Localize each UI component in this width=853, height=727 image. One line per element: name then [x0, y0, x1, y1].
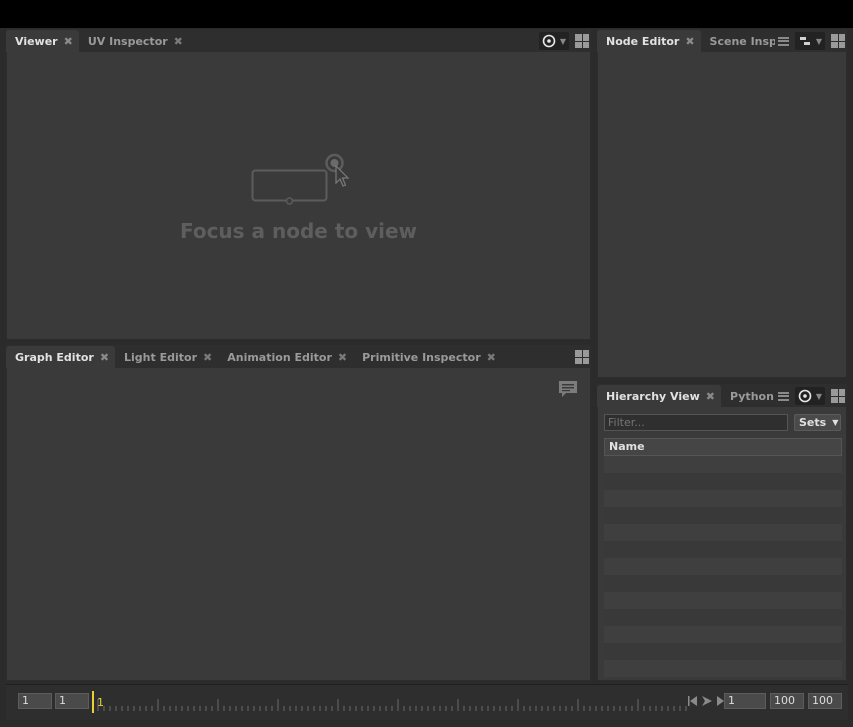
tab-label: Scene Inspe [709, 34, 785, 48]
close-icon[interactable]: ✖ [706, 390, 715, 403]
tab-primitive-inspector[interactable]: Primitive Inspector ✖ [353, 346, 502, 368]
list-item[interactable] [604, 473, 842, 490]
viewer-pane: Viewer ✖ UV Inspector ✖ ▼ Focus a node t… [6, 29, 591, 340]
target-icon [798, 389, 812, 403]
start-frame-field[interactable]: 1 [18, 693, 52, 709]
graph-tab-tools [575, 347, 589, 367]
graph-tabbar: Graph Editor ✖ Light Editor ✖ Animation … [6, 345, 591, 368]
close-icon[interactable]: ✖ [203, 351, 212, 364]
viewer-body[interactable]: Focus a node to view [6, 52, 591, 340]
tab-light-editor[interactable]: Light Editor ✖ [115, 346, 218, 368]
viewer-tab-tools: ▼ [538, 31, 589, 51]
list-item[interactable] [604, 490, 842, 507]
hierarchy-tab-tools: ▼ [774, 386, 845, 406]
menu-icon[interactable] [777, 36, 789, 46]
range-start-field[interactable]: 1 [55, 693, 89, 709]
tab-hierarchy-view[interactable]: Hierarchy View ✖ [597, 385, 721, 407]
list-item[interactable] [604, 609, 842, 626]
filter-input[interactable] [604, 414, 788, 431]
node-editor-dropdown[interactable]: ▼ [794, 32, 825, 50]
name-column-header[interactable]: Name [604, 438, 842, 456]
current-frame-label: 1 [97, 696, 104, 709]
tab-label: UV Inspector [87, 34, 168, 48]
graph-editor-body[interactable] [6, 368, 591, 681]
list-item[interactable] [604, 592, 842, 609]
list-item[interactable] [604, 541, 842, 558]
tab-label: Viewer [15, 34, 58, 48]
hierarchy-pane: Hierarchy View ✖ Python E ▼ Sets ▼ Name [597, 384, 847, 681]
list-item[interactable] [604, 626, 842, 643]
play-icon[interactable] [701, 695, 713, 707]
node-graph-icon [799, 37, 810, 45]
node-editor-pane: Node Editor ✖ Scene Inspe ▼ [597, 29, 847, 378]
layout-grid-icon[interactable] [575, 34, 589, 48]
layout-grid-icon[interactable] [575, 350, 589, 364]
list-item[interactable] [604, 660, 842, 677]
tab-label: Animation Editor [227, 350, 332, 364]
list-item[interactable] [604, 558, 842, 575]
close-icon[interactable]: ✖ [174, 35, 183, 48]
node-editor-body[interactable] [597, 52, 847, 378]
target-icon [542, 34, 556, 48]
list-item[interactable] [604, 456, 842, 473]
timeline-ruler[interactable]: 1 [92, 691, 688, 713]
hierarchy-list[interactable] [604, 456, 842, 677]
hierarchy-body: Sets ▼ Name [597, 407, 847, 681]
tab-label: Hierarchy View [606, 389, 700, 403]
tab-uv-inspector[interactable]: UV Inspector ✖ [79, 30, 189, 52]
tab-graph-editor[interactable]: Graph Editor ✖ [6, 346, 116, 368]
end-frame-field[interactable]: 100 [808, 693, 842, 709]
list-item[interactable] [604, 507, 842, 524]
close-icon[interactable]: ✖ [338, 351, 347, 364]
close-icon[interactable]: ✖ [64, 35, 73, 48]
close-icon[interactable]: ✖ [100, 351, 109, 364]
playhead[interactable] [92, 691, 94, 713]
close-icon[interactable]: ✖ [487, 351, 496, 364]
tab-label: Primitive Inspector [362, 350, 481, 364]
frame-field[interactable]: 1 [724, 693, 766, 709]
tab-scene-inspector[interactable]: Scene Inspe [701, 30, 785, 52]
hierarchy-tabbar: Hierarchy View ✖ Python E ▼ [597, 384, 847, 407]
viewer-tabbar: Viewer ✖ UV Inspector ✖ ▼ [6, 29, 591, 52]
close-icon[interactable]: ✖ [685, 35, 694, 48]
focus-node-illustration-icon [251, 153, 350, 205]
skip-to-start-icon[interactable] [687, 695, 699, 707]
list-item[interactable] [604, 524, 842, 541]
list-item[interactable] [604, 575, 842, 592]
tab-node-editor[interactable]: Node Editor ✖ [597, 30, 701, 52]
sets-dropdown[interactable]: Sets ▼ [794, 414, 841, 431]
chevron-down-icon: ▼ [815, 391, 822, 401]
layout-grid-icon[interactable] [831, 389, 845, 403]
viewer-target-dropdown[interactable]: ▼ [538, 32, 569, 50]
layout-grid-icon[interactable] [831, 34, 845, 48]
tab-label: Light Editor [124, 350, 198, 364]
tab-label: Node Editor [606, 34, 680, 48]
tab-label: Graph Editor [15, 350, 94, 364]
node-tab-tools: ▼ [774, 31, 845, 51]
tab-animation-editor[interactable]: Animation Editor ✖ [218, 346, 353, 368]
tab-viewer[interactable]: Viewer ✖ [6, 30, 79, 52]
range-end-field[interactable]: 100 [770, 693, 804, 709]
comment-icon[interactable] [558, 380, 578, 398]
list-item[interactable] [604, 643, 842, 660]
chevron-down-icon: ▼ [559, 36, 566, 46]
menu-icon[interactable] [777, 391, 789, 401]
timeline-bar: 1 1 1 1 100 100 [6, 684, 848, 720]
sets-label: Sets [799, 416, 827, 429]
chevron-down-icon: ▼ [832, 418, 839, 427]
window-title-bar [0, 0, 853, 28]
empty-viewer-message: Focus a node to view [179, 219, 418, 243]
chevron-down-icon: ▼ [815, 36, 822, 46]
hierarchy-target-dropdown[interactable]: ▼ [794, 387, 825, 405]
node-tabbar: Node Editor ✖ Scene Inspe ▼ [597, 29, 847, 52]
graph-editor-pane: Graph Editor ✖ Light Editor ✖ Animation … [6, 345, 591, 681]
